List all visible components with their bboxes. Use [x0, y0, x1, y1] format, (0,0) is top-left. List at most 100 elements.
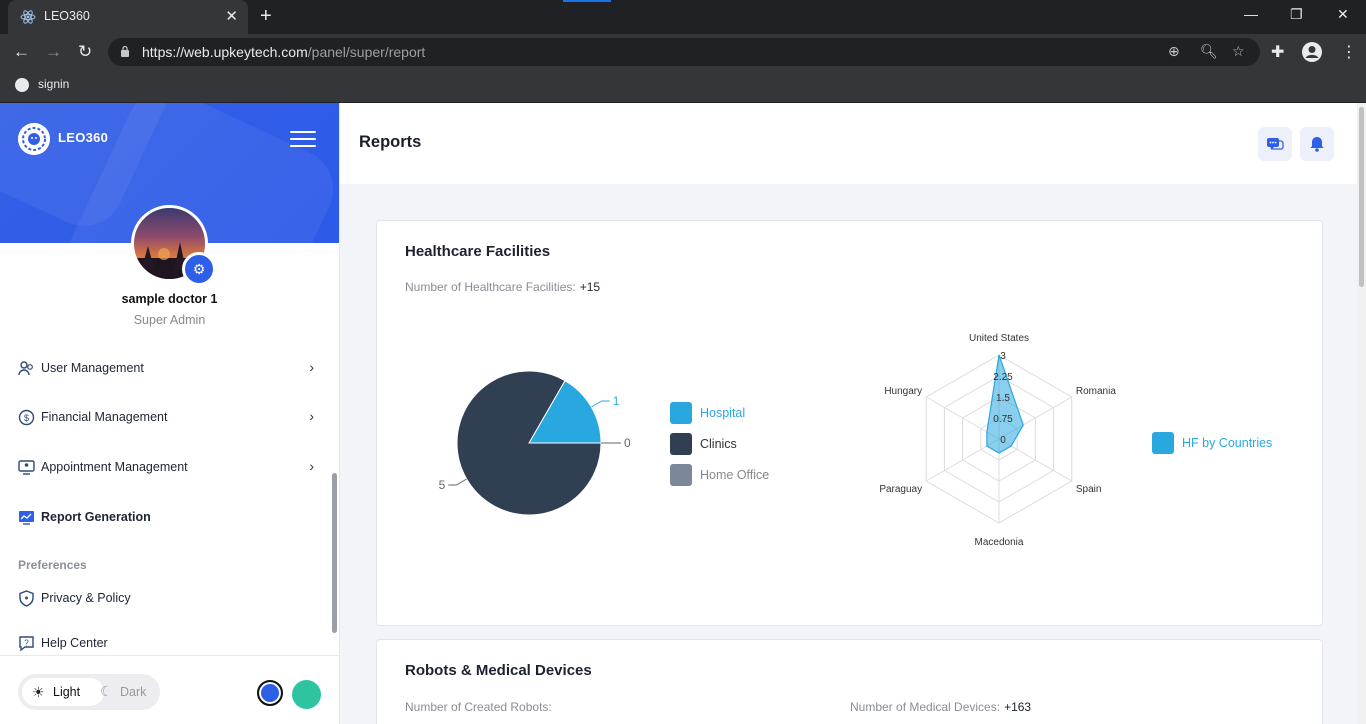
pie-chart: 1 5 0 [439, 370, 631, 516]
bell-icon [1310, 137, 1324, 152]
url-path: /panel/super/report [307, 44, 426, 60]
chevron-right-icon: › [309, 458, 314, 474]
radar-tick-label: 3 [1000, 351, 1006, 362]
page-scrollbar[interactable] [1357, 103, 1366, 724]
notifications-button[interactable] [1300, 127, 1334, 161]
theme-dark-label[interactable]: Dark [120, 685, 146, 699]
section-preferences: Preferences [18, 558, 87, 572]
sidebar-item-label: Appointment Management [41, 460, 188, 474]
sidebar-item-label: Privacy & Policy [41, 591, 131, 605]
color-swatch-green[interactable] [292, 680, 321, 709]
sidebar-scrollbar[interactable] [332, 473, 337, 633]
sidebar-item-financial-management[interactable]: $ Financial Management › [18, 406, 318, 430]
devices-count-value: +163 [1004, 700, 1032, 714]
lion-logo-icon [18, 123, 50, 155]
sidebar-item-label: Financial Management [41, 410, 168, 424]
sidebar-footer: ☀ Light ☾ Dark [0, 655, 339, 724]
minimize-icon[interactable]: — [1244, 6, 1258, 22]
restore-icon[interactable]: ❐ [1290, 6, 1303, 23]
browser-tab-bar: LEO360 ✕ + — ❐ ✕ [0, 0, 1366, 34]
radar-chart: 0 0.75 1.5 2.25 3 United States Romania Spain Ma… [879, 333, 1116, 548]
shield-icon [19, 590, 34, 607]
tab-title: LEO360 [44, 9, 90, 23]
page-title: Reports [359, 133, 422, 151]
bookmarks-bar: signin [0, 70, 1366, 103]
user-role: Super Admin [133, 313, 206, 327]
theme-toggle: ☀ Light ☾ Dark [18, 674, 160, 710]
card-title: Robots & Medical Devices [405, 662, 592, 679]
radar-tick-label: 0 [1000, 435, 1006, 446]
legend-label: HF by Countries [1182, 436, 1273, 450]
pie-data-label: 0 [624, 436, 631, 450]
browser-tab[interactable]: LEO360 ✕ [8, 0, 248, 34]
legend-swatch [670, 402, 692, 424]
radar-category-label: Paraguay [879, 484, 922, 495]
devices-count-label: Number of Medical Devices: [850, 700, 1001, 714]
sidebar-item-privacy-policy[interactable]: Privacy & Policy [18, 587, 318, 611]
legend-label: Hospital [700, 406, 746, 420]
back-icon[interactable]: ← [13, 42, 30, 62]
report-chart-icon [19, 511, 34, 525]
radar-tick-label: 1.5 [996, 393, 1010, 404]
theme-light-button[interactable]: ☀ Light [22, 678, 104, 706]
radar-category-label: Hungary [884, 386, 922, 397]
hamburger-menu-icon[interactable] [290, 131, 316, 149]
radar-category-label: United States [969, 333, 1029, 344]
healthcare-facilities-card: Healthcare Facilities Number of Healthca… [376, 220, 1323, 626]
devices-count: Number of Medical Devices: +163 [850, 700, 1031, 714]
pie-leader-line [448, 478, 467, 486]
add-site-icon[interactable]: ⊕ [1168, 43, 1180, 60]
radar-category-label: Romania [1076, 386, 1116, 397]
settings-gear-icon[interactable]: ⚙ [182, 252, 216, 286]
pie-data-label: 5 [439, 478, 446, 492]
legend-swatch [670, 433, 692, 455]
theme-light-label: Light [53, 685, 81, 699]
sidebar-item-appointment-management[interactable]: Appointment Management › [18, 456, 318, 480]
lock-icon [121, 45, 129, 57]
radar-category-label: Spain [1076, 484, 1102, 495]
pie-leader-line [591, 400, 610, 408]
legend-label: Clinics [700, 437, 737, 451]
window-close-icon[interactable]: ✕ [1337, 6, 1349, 23]
legend-label: Home Office [700, 468, 770, 482]
legend-swatch [670, 464, 692, 486]
react-favicon-icon [20, 10, 36, 24]
page-header: Reports [340, 103, 1366, 184]
messages-button[interactable] [1258, 127, 1292, 161]
forward-icon[interactable]: → [45, 42, 62, 62]
pie-data-label: 1 [613, 394, 620, 408]
sidebar-item-label: User Management [41, 361, 144, 375]
extensions-icon[interactable]: ✚ [1271, 42, 1284, 62]
zoom-icon[interactable]: 🔍︎ [1200, 43, 1218, 60]
svg-text:?: ? [24, 639, 29, 648]
sidebar-item-help-center[interactable]: ? Help Center [18, 632, 318, 656]
address-bar[interactable]: https://web.upkeytech.com/panel/super/re… [108, 38, 1260, 66]
radar-tick-label: 2.25 [993, 372, 1013, 383]
chevron-right-icon: › [309, 359, 314, 375]
card-title: Healthcare Facilities [405, 243, 551, 260]
reload-icon[interactable]: ↻ [78, 42, 92, 62]
bookmark-star-icon[interactable]: ☆ [1232, 43, 1245, 60]
sidebar-item-report-generation[interactable]: Report Generation [18, 506, 318, 530]
help-chat-icon: ? [19, 636, 34, 652]
sidebar-item-user-management[interactable]: User Management › [18, 357, 318, 381]
tab-close-icon[interactable]: ✕ [225, 7, 238, 25]
robots-medical-devices-card: Robots & Medical Devices Number of Creat… [376, 639, 1323, 724]
chat-icon [1267, 138, 1284, 150]
page-scrollbar-thumb[interactable] [1359, 107, 1364, 287]
radar-category-label: Macedonia [975, 537, 1024, 548]
bookmark-signin[interactable]: signin [38, 77, 69, 91]
user-name: sample doctor 1 [121, 292, 218, 306]
moon-icon[interactable]: ☾ [100, 683, 113, 700]
chevron-right-icon: › [309, 408, 314, 424]
new-tab-button[interactable]: + [260, 5, 272, 28]
color-swatch-blue[interactable] [257, 680, 283, 706]
sidebar: LEO360 ⚙ sample doctor 1 Super Admin Use… [0, 103, 340, 724]
tab-strip-accent [563, 0, 611, 2]
healthcare-count-value: +15 [579, 280, 601, 294]
profile-icon[interactable] [1301, 41, 1323, 63]
menu-kebab-icon[interactable]: ⋮ [1341, 42, 1357, 62]
healthcare-count: Number of Healthcare Facilities: +15 [405, 280, 600, 294]
sidebar-item-label: Help Center [41, 636, 108, 650]
url-text: https://web.upkeytech.com/panel/super/re… [142, 44, 425, 60]
